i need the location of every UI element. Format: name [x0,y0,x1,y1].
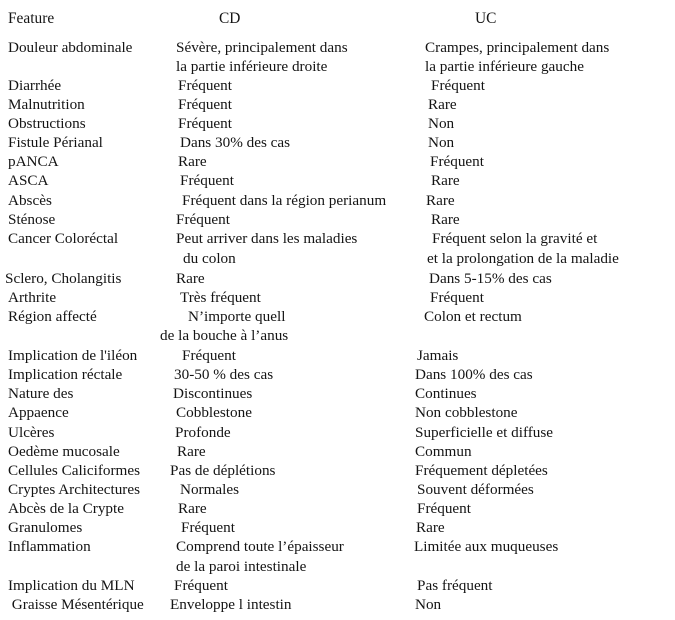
table-cell-feature: Implication réctale [8,366,123,383]
table-cell-feature: Douleur abdominale [8,39,133,56]
table-cell-feature: Appaence [8,404,69,421]
table-cell-cd: Comprend toute l’épaisseur [176,538,344,555]
table-cell-feature: Ulcères [8,424,55,441]
table-cell-cd: du colon [183,250,236,267]
table-cell-uc: Limitée aux muqueuses [414,538,559,555]
table-cell-cd: Fréquent [178,77,232,94]
table-cell-uc: Fréquent [417,500,471,517]
table-cell-cd: Cobblestone [176,404,252,421]
table-cell-cd: Rare [178,153,207,170]
table-cell-uc: Non [415,596,442,613]
table-cell-cd: Enveloppe l intestin [170,596,292,613]
table-cell-uc: Dans 5-15% des cas [429,270,552,287]
table-cell-cd: N’importe quell [188,308,286,325]
table-cell-feature: Implication de l'iléon [8,347,138,364]
table-cell-feature: Cryptes Architectures [8,481,141,498]
table-cell-cd: Fréquent dans la région perianum [182,192,387,209]
table-cell-feature: Oedème mucosale [8,443,120,460]
table-cell-uc: Fréquent selon la gravité et [432,230,598,247]
table-cell-uc: Dans 100% des cas [415,366,533,383]
table-cell-feature: Granulomes [8,519,83,536]
table-cell-cd: Fréquent [174,577,228,594]
table-cell-cd: Profonde [175,424,231,441]
table-cell-cd: 30-50 % des cas [174,366,274,383]
table-cell-feature: Abcès de la Crypte [8,500,124,517]
table-cell-cd: Fréquent [182,347,236,364]
table-cell-uc: Non cobblestone [415,404,518,421]
table-cell-feature: Sclero, Cholangitis [5,270,122,287]
table-cell-cd: Fréquent [176,211,230,228]
table-cell-uc: la partie inférieure gauche [425,58,584,75]
table-cell-uc: Rare [416,519,445,536]
table-cell-cd: Très fréquent [180,289,261,306]
table-cell-cd: Fréquent [178,96,232,113]
table-cell-feature: Région affecté [8,308,97,325]
table-cell-feature: Fistule Périanal [8,134,103,151]
column-header-uc: UC [475,10,497,27]
table-cell-uc: Rare [428,96,457,113]
table-cell-feature: Abscès [8,192,52,209]
table-cell-uc: Fréquement dépletées [415,462,548,479]
table-cell-cd: Discontinues [173,385,253,402]
table-cell-feature: Obstructions [8,115,86,132]
table-cell-cd: Pas de déplétions [170,462,276,479]
table-cell-uc: Non [428,134,455,151]
table-cell-cd: Rare [177,443,206,460]
table-cell-uc: Fréquent [430,153,484,170]
table-cell-feature: Nature des [8,385,74,402]
table-cell-cd: Fréquent [181,519,235,536]
document-page: Feature CD UC Douleur abdominale Sévère, pri… [0,0,675,620]
table-cell-uc: Crampes, principalement dans [425,39,610,56]
table-cell-cd: Rare [176,270,205,287]
table-cell-cd: Normales [180,481,240,498]
table-cell-uc: Rare [426,192,455,209]
table-cell-cd: Peut arriver dans les maladies [176,230,358,247]
table-cell-uc: Continues [415,385,477,402]
column-header-cd: CD [219,10,241,27]
table-cell-feature: Implication du MLN [8,577,135,594]
table-cell-cd: Sévère, principalement dans [176,39,348,56]
table-cell-uc: Non [428,115,455,132]
table-cell-uc: Superficielle et diffuse [415,424,554,441]
table-cell-cd: Fréquent [180,172,234,189]
table-cell-cd: Rare [178,500,207,517]
table-cell-cd: Dans 30% des cas [180,134,291,151]
table-cell-uc: Jamais [417,347,459,364]
table-cell-feature: Cancer Coloréctal [8,230,119,247]
table-cell-feature: Arthrite [8,289,57,306]
table-cell-feature: Malnutrition [8,96,85,113]
table-cell-uc: Colon et rectum [424,308,522,325]
table-cell-uc: Fréquent [430,289,484,306]
column-header-feature: Feature [8,10,55,27]
table-cell-uc: Souvent déformées [417,481,534,498]
table-cell-uc: et la prolongation de la maladie [427,250,619,267]
table-cell-feature: Cellules Caliciformes [8,462,141,479]
table-cell-uc: Pas fréquent [417,577,493,594]
table-cell-uc: Rare [431,172,460,189]
table-cell-uc: Rare [431,211,460,228]
table-cell-feature: Sténose [8,211,56,228]
table-cell-uc: Fréquent [431,77,485,94]
table-cell-feature: Inflammation [8,538,91,555]
table-cell-cd: la partie inférieure droite [176,58,328,75]
table-cell-cd: Fréquent [178,115,232,132]
table-cell-uc: Commun [415,443,472,460]
table-cell-feature: ASCA [8,172,49,189]
table-cell-feature: pANCA [8,153,59,170]
table-cell-cd: de la paroi intestinale [176,558,307,575]
table-cell-cd: de la bouche à l’anus [160,327,289,344]
table-cell-feature: Graisse Mésentérique [8,596,144,613]
table-cell-feature: Diarrhée [8,77,62,94]
